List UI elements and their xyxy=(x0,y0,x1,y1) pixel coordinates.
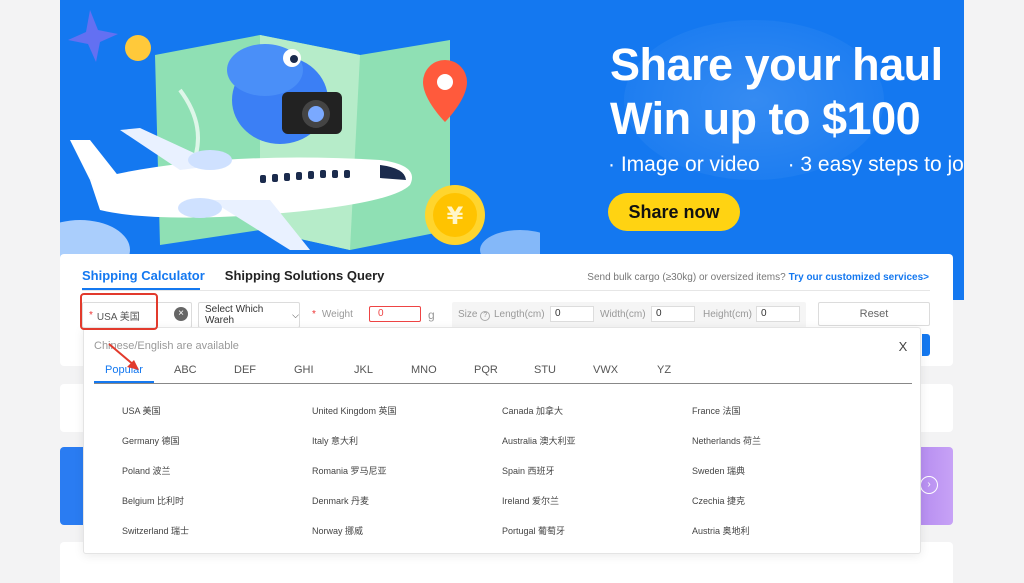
country-option[interactable]: Canada 加拿大 xyxy=(502,404,563,417)
country-option[interactable]: Belgium 比利时 xyxy=(122,494,184,507)
country-option[interactable]: Sweden 瑞典 xyxy=(692,464,745,477)
highlight-box xyxy=(80,293,158,330)
weight-label-text: Weight xyxy=(321,309,353,320)
weight-input[interactable]: 0 xyxy=(369,306,421,322)
length-label: Length(cm) xyxy=(494,309,545,320)
country-option[interactable]: Germany 德国 xyxy=(122,434,180,447)
tab-shipping-solutions-query[interactable]: Shipping Solutions Query xyxy=(225,268,385,288)
tab-vwx[interactable]: VWX xyxy=(593,364,618,376)
country-option[interactable]: Austria 奥地利 xyxy=(692,524,750,537)
country-option[interactable]: Czechia 捷克 xyxy=(692,494,745,507)
country-option[interactable]: USA 美国 xyxy=(122,404,161,417)
country-dropdown-panel: Chinese/English are available X Popular A… xyxy=(83,327,921,554)
country-option[interactable]: Poland 波兰 xyxy=(122,464,171,477)
width-label: Width(cm) xyxy=(600,309,646,320)
country-option[interactable]: Denmark 丹麦 xyxy=(312,494,369,507)
alphabet-tabs: Popular ABC DEF GHI JKL MNO PQR STU VWX YZ xyxy=(94,364,912,384)
country-option[interactable]: Portugal 葡萄牙 xyxy=(502,524,565,537)
headline-line-1: Share your haul xyxy=(610,39,943,90)
calculate-button[interactable] xyxy=(922,334,930,356)
close-icon[interactable]: X xyxy=(896,339,910,355)
share-now-button[interactable]: Share now xyxy=(608,193,740,231)
banner-headline: Share your haul Win up to $100 xyxy=(610,38,943,146)
tab-shipping-calculator[interactable]: Shipping Calculator xyxy=(82,268,205,288)
country-option[interactable]: France 法国 xyxy=(692,404,741,417)
weight-label: * Weight xyxy=(312,309,353,320)
tab-yz[interactable]: YZ xyxy=(657,364,671,376)
annotation-arrow-icon xyxy=(108,343,139,370)
size-label: Size ? xyxy=(458,309,491,321)
height-input[interactable]: 0 xyxy=(756,306,800,322)
width-input[interactable]: 0 xyxy=(651,306,695,322)
country-option[interactable]: Netherlands 荷兰 xyxy=(692,434,761,447)
tabs-divider xyxy=(94,383,912,384)
tab-mno[interactable]: MNO xyxy=(411,364,437,376)
bullet-steps: · 3 easy steps to join xyxy=(787,153,964,176)
bullet-image-video: · Image or video xyxy=(608,153,760,176)
banner-bullets: · Image or video · 3 easy steps to join xyxy=(608,153,964,177)
size-label-text: Size xyxy=(458,309,478,320)
warehouse-value: Select Which Wareh xyxy=(205,304,264,326)
size-inputs: Size ? Length(cm) 0 Width(cm) 0 Height(c… xyxy=(452,302,806,328)
bulk-cargo-text: Send bulk cargo (≥30kg) or oversized ite… xyxy=(587,272,786,283)
background-card-purple: › xyxy=(918,447,953,525)
length-input[interactable]: 0 xyxy=(550,306,594,322)
tab-def[interactable]: DEF xyxy=(234,364,256,376)
country-option[interactable]: Switzerland 瑞士 xyxy=(122,524,189,537)
customized-services-link[interactable]: Try our customized services> xyxy=(789,272,929,283)
height-label: Height(cm) xyxy=(703,309,752,320)
tab-stu[interactable]: STU xyxy=(534,364,556,376)
country-option[interactable]: Ireland 爱尔兰 xyxy=(502,494,559,507)
tab-ghi[interactable]: GHI xyxy=(294,364,314,376)
tab-pqr[interactable]: PQR xyxy=(474,364,498,376)
tab-abc[interactable]: ABC xyxy=(174,364,197,376)
carousel-next-icon[interactable]: › xyxy=(920,476,938,494)
tab-jkl[interactable]: JKL xyxy=(354,364,373,376)
country-option[interactable]: United Kingdom 英国 xyxy=(312,404,397,417)
close-circle-icon[interactable]: × xyxy=(174,307,188,321)
country-option[interactable]: Italy 意大利 xyxy=(312,434,358,447)
reset-button[interactable]: Reset xyxy=(818,302,930,326)
warehouse-select[interactable]: Select Which Wareh ⌵ xyxy=(198,302,300,328)
svg-text:¥: ¥ xyxy=(447,202,464,230)
headline-line-2: Win up to $100 xyxy=(610,93,921,144)
country-option[interactable]: Spain 西班牙 xyxy=(502,464,555,477)
calculator-tabs: Shipping Calculator Shipping Solutions Q… xyxy=(82,268,384,288)
bulk-cargo-notice: Send bulk cargo (≥30kg) or oversized ite… xyxy=(587,272,929,283)
chevron-down-icon: ⌵ xyxy=(292,309,299,320)
country-option[interactable]: Romania 罗马尼亚 xyxy=(312,464,387,477)
country-option[interactable]: Norway 挪威 xyxy=(312,524,363,537)
background-card-blue xyxy=(60,447,84,525)
weight-unit: g xyxy=(428,308,435,322)
country-option[interactable]: Australia 澳大利亚 xyxy=(502,434,576,447)
required-mark: * xyxy=(312,309,316,320)
help-icon[interactable]: ? xyxy=(480,311,491,321)
tabs-divider xyxy=(82,290,930,291)
